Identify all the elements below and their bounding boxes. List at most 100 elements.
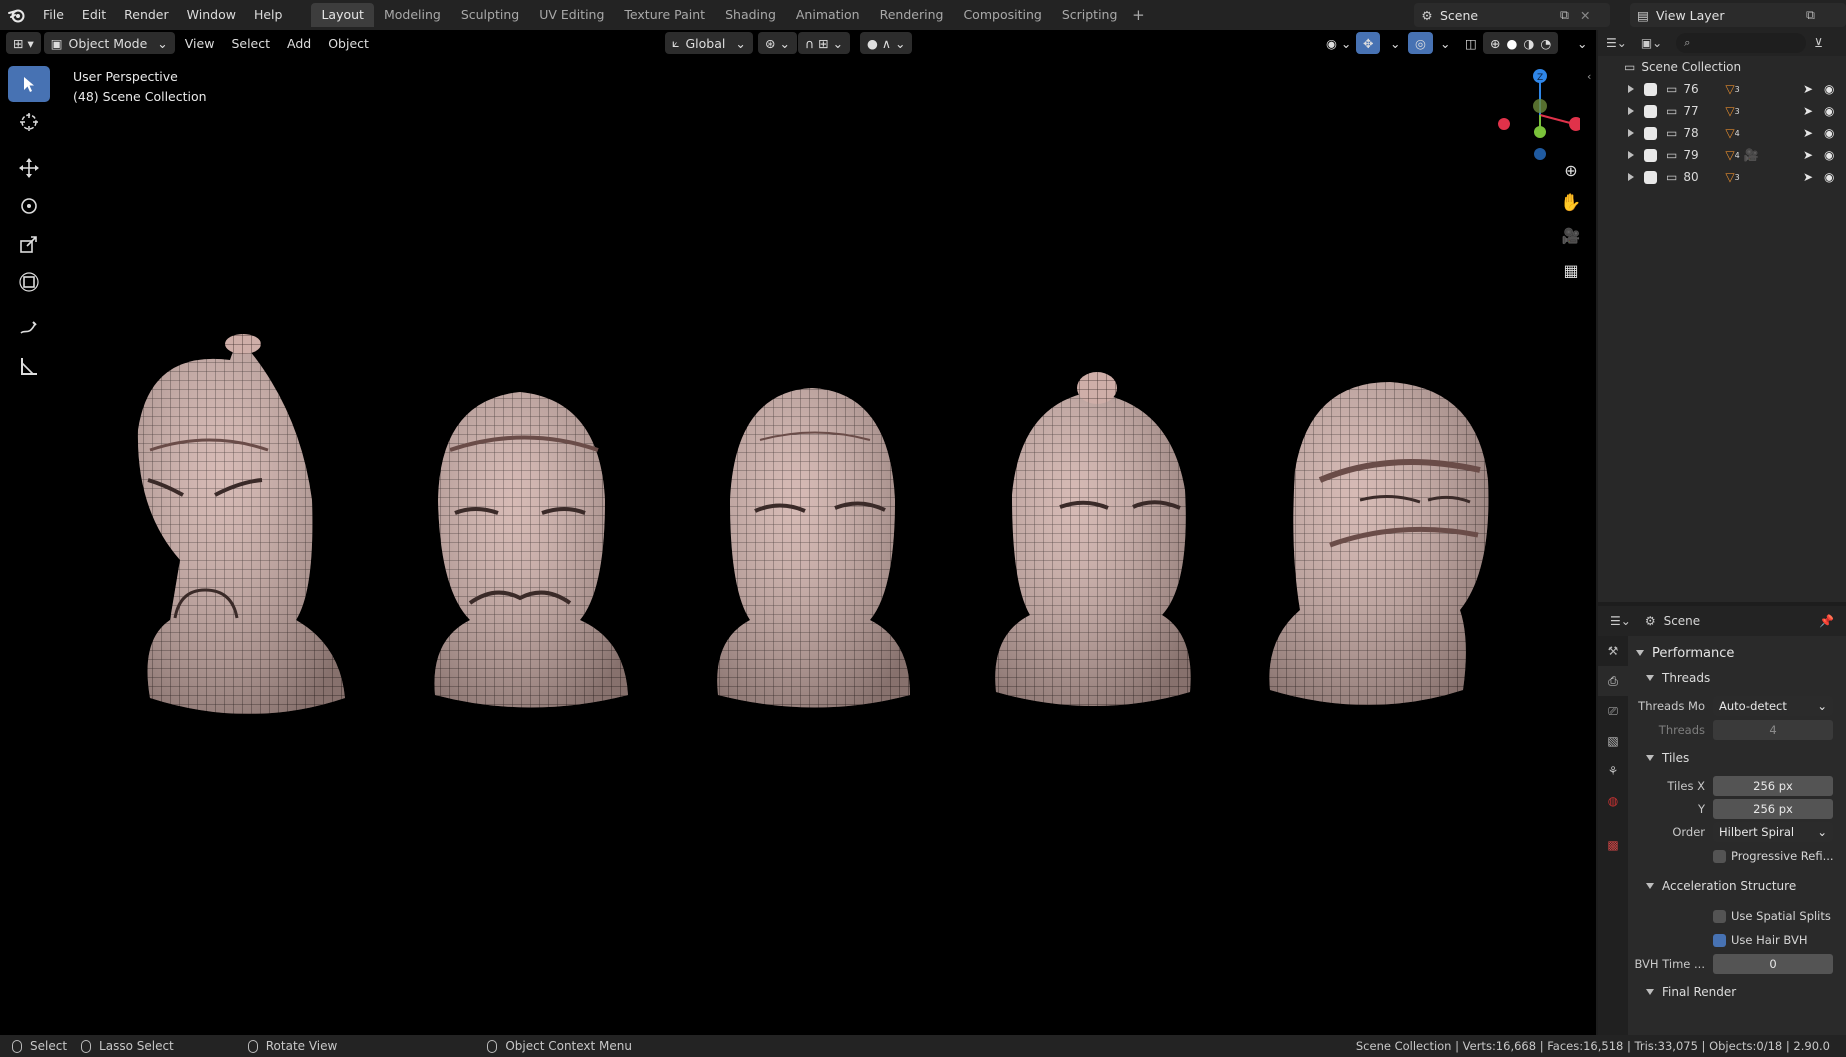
threads-section-label: Threads	[1662, 671, 1711, 685]
eye-icon[interactable]: ◉	[1824, 104, 1834, 118]
scene-collection-row[interactable]: ▭ Scene Collection	[1598, 56, 1846, 78]
include-checkbox[interactable]	[1644, 170, 1657, 184]
outliner-item-80[interactable]: ▭ 80 ▽ 3 ➤ ◉	[1598, 166, 1846, 188]
include-checkbox[interactable]	[1644, 148, 1657, 162]
include-checkbox[interactable]	[1644, 126, 1657, 140]
scene-selector[interactable]: ⚙ Scene ⧉ ✕	[1414, 3, 1610, 27]
accel-subpanel-header[interactable]: Acceleration Structure	[1628, 874, 1846, 898]
tab-uv-editing[interactable]: UV Editing	[529, 3, 614, 27]
progressive-refine-checkbox[interactable]	[1713, 849, 1726, 863]
editor-type-icon[interactable]: ☰⌄	[1606, 36, 1627, 50]
menu-window[interactable]: Window	[178, 0, 245, 30]
menu-render[interactable]: Render	[115, 0, 178, 30]
display-mode-icon[interactable]: ▣⌄	[1641, 36, 1662, 50]
menu-edit[interactable]: Edit	[73, 0, 115, 30]
editor-type-icon[interactable]: ☰⌄	[1610, 614, 1631, 628]
expand-icon[interactable]	[1628, 107, 1634, 115]
tiles-y-label: Y	[1697, 802, 1705, 816]
properties-body: Performance Threads Threads Mo Auto-dete…	[1628, 636, 1846, 1035]
tab-sculpting[interactable]: Sculpting	[451, 3, 529, 27]
add-workspace-button[interactable]: +	[1127, 4, 1149, 26]
render-tab[interactable]: ⎙	[1598, 666, 1628, 696]
threads-field[interactable]: 4	[1713, 720, 1833, 740]
tab-layout[interactable]: Layout	[311, 3, 374, 27]
select-arrow-icon[interactable]: ➤	[1803, 126, 1813, 140]
select-arrow-icon[interactable]: ➤	[1803, 148, 1813, 162]
outliner-item-79[interactable]: ▭ 79 ▽ 4 🎥 ➤ ◉	[1598, 144, 1846, 166]
tab-animation[interactable]: Animation	[786, 3, 870, 27]
new-view-layer-icon[interactable]: ⧉	[1806, 7, 1826, 23]
tool-tab[interactable]: ⚒	[1598, 636, 1628, 666]
camera-object-icon[interactable]: 🎥	[1744, 148, 1759, 162]
scene-name: Scene	[1440, 7, 1479, 23]
tiles-x-field[interactable]: 256 px	[1713, 776, 1833, 796]
world-tab[interactable]: ◍	[1598, 786, 1628, 816]
final-render-subpanel-header[interactable]: Final Render	[1628, 980, 1846, 1004]
modifier-icon[interactable]: ▽	[1725, 148, 1734, 162]
modifier-icon[interactable]: ▽	[1725, 82, 1734, 96]
eye-icon[interactable]: ◉	[1824, 148, 1834, 162]
3d-viewport[interactable]: ⊞ ▾ ▣ Object Mode ⌄ View Select Add Object…	[0, 30, 1596, 1035]
tiles-subpanel-header[interactable]: Tiles	[1628, 746, 1846, 770]
collection-icon: ▭	[1666, 148, 1678, 162]
tiles-x-label: Tiles X	[1667, 779, 1705, 793]
scene-tab[interactable]: ⚘	[1598, 756, 1628, 786]
tab-modeling[interactable]: Modeling	[374, 3, 451, 27]
modifier-icon[interactable]: ▽	[1725, 126, 1734, 140]
eye-icon[interactable]: ◉	[1824, 82, 1834, 96]
remove-scene-icon[interactable]: ✕	[1580, 8, 1600, 23]
new-scene-icon[interactable]: ⧉	[1560, 7, 1580, 23]
menu-file[interactable]: File	[34, 0, 73, 30]
menu-help[interactable]: Help	[245, 0, 292, 30]
expand-icon[interactable]	[1628, 85, 1634, 93]
threads-subpanel-header[interactable]: Threads	[1628, 666, 1846, 690]
bvh-time-field[interactable]: 0	[1713, 954, 1833, 974]
eye-icon[interactable]: ◉	[1824, 170, 1834, 184]
head-mesh-79[interactable]	[995, 372, 1191, 706]
expand-icon[interactable]	[1628, 173, 1634, 181]
spatial-splits-checkbox[interactable]	[1713, 909, 1726, 923]
threads-mode-dropdown[interactable]: Auto-detect ⌄	[1713, 696, 1833, 716]
collection-icon: ▭	[1666, 82, 1678, 96]
head-mesh-78[interactable]	[717, 388, 910, 708]
tab-scripting[interactable]: Scripting	[1052, 3, 1128, 27]
select-arrow-icon[interactable]: ➤	[1803, 82, 1813, 96]
tiles-y-field[interactable]: 256 px	[1713, 799, 1833, 819]
view-layer-tab[interactable]: ▧	[1598, 726, 1628, 756]
head-mesh-77[interactable]	[434, 392, 628, 708]
hair-bvh-checkbox[interactable]	[1713, 933, 1726, 947]
pin-icon[interactable]: 📌	[1819, 614, 1834, 628]
expand-icon[interactable]	[1628, 151, 1634, 159]
head-mesh-76[interactable]	[137, 334, 345, 714]
tab-shading[interactable]: Shading	[715, 3, 786, 27]
head-mesh-80[interactable]	[1269, 382, 1489, 705]
properties-panel: ☰⌄ ⚙ Scene 📌 ⚒ ⎙ ⎚ ▧ ⚘ ◍ ▩ Performance T…	[1598, 606, 1846, 1035]
tab-rendering[interactable]: Rendering	[870, 3, 954, 27]
select-arrow-icon[interactable]: ➤	[1803, 170, 1813, 184]
filter-icon[interactable]: ⊻	[1814, 36, 1823, 50]
include-checkbox[interactable]	[1644, 104, 1657, 118]
eye-icon[interactable]: ◉	[1824, 126, 1834, 140]
outliner-item-77[interactable]: ▭ 77 ▽ 3 ➤ ◉	[1598, 100, 1846, 122]
view-layer-icon: ▤	[1637, 7, 1649, 23]
outliner-item-78[interactable]: ▭ 78 ▽ 4 ➤ ◉	[1598, 122, 1846, 144]
tab-texture-paint[interactable]: Texture Paint	[614, 3, 715, 27]
texture-tab[interactable]: ▩	[1598, 830, 1628, 860]
order-dropdown[interactable]: Hilbert Spiral ⌄	[1713, 822, 1833, 842]
scene-collection-label: Scene Collection	[1641, 60, 1742, 74]
include-checkbox[interactable]	[1644, 82, 1657, 96]
blender-logo-icon[interactable]	[0, 0, 34, 30]
collection-name: 77	[1683, 104, 1699, 118]
view-layer-selector[interactable]: ▤ View Layer ⧉	[1630, 3, 1846, 27]
tiles-y-row: Y 256 px	[1628, 798, 1846, 820]
outliner-search-input[interactable]: ⌕	[1676, 33, 1807, 53]
outliner-item-76[interactable]: ▭ 76 ▽ 3 ➤ ◉	[1598, 78, 1846, 100]
output-tab[interactable]: ⎚	[1598, 696, 1628, 726]
tab-compositing[interactable]: Compositing	[953, 3, 1051, 27]
modifier-icon[interactable]: ▽	[1725, 170, 1734, 184]
tiles-x-row: Tiles X 256 px	[1628, 774, 1846, 798]
performance-panel-header[interactable]: Performance	[1628, 640, 1846, 666]
expand-icon[interactable]	[1628, 129, 1634, 137]
select-arrow-icon[interactable]: ➤	[1803, 104, 1813, 118]
modifier-icon[interactable]: ▽	[1725, 104, 1734, 118]
